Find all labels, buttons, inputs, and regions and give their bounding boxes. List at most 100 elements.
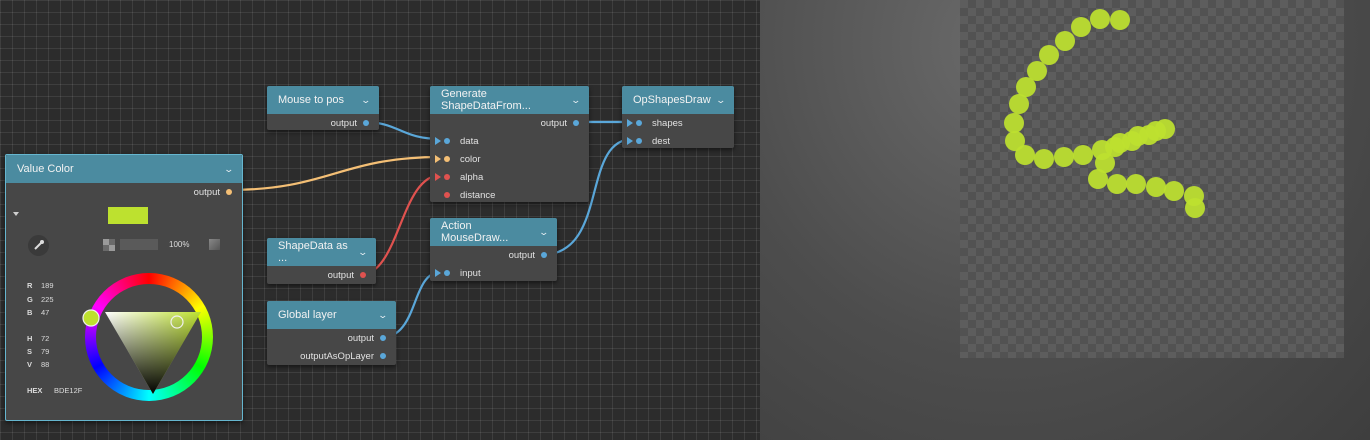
input-port-shapes: shapes [622,114,734,132]
port-label: input [460,267,481,279]
chevron-down-icon[interactable]: ⌄ [361,95,372,106]
port-label: outputAsOpLayer [300,350,374,362]
port-label: output [508,249,535,261]
paint-dot [1004,113,1024,133]
h-value[interactable]: 72 [41,334,49,343]
output-port-row: output [267,329,396,347]
eyedropper-button[interactable] [28,235,49,256]
node-header[interactable]: ShapeData as ... ⌄ [267,238,376,266]
paint-dot [1126,174,1146,194]
node-title: Action MouseDraw... [441,220,509,244]
paint-dot [1122,131,1142,151]
port-label: distance [460,189,496,201]
r-value[interactable]: 189 [41,281,54,290]
chevron-down-icon[interactable]: ⌄ [571,95,582,106]
output-port[interactable] [541,252,547,258]
paint-dot [1164,181,1184,201]
color-wheel[interactable] [82,265,216,409]
node-global-layer[interactable]: Global layer ⌄ output outputAsOpLayer [267,301,396,365]
g-value[interactable]: 225 [41,295,54,304]
node-header[interactable]: Action MouseDraw... ⌄ [430,218,557,246]
output-port-row: output [430,114,589,132]
arrow-icon [435,155,441,163]
port-label: alpha [460,171,484,183]
node-value-color[interactable]: Value Color ⌄ output 100% R 189 G 225 B 47 … [5,154,243,421]
node-editor[interactable]: Mouse to pos ⌄ output Generate ShapeData… [0,0,760,440]
output-port[interactable] [363,120,369,126]
paint-dot [1110,10,1130,30]
node-title: Generate ShapeDataFrom... [441,88,531,112]
paint-dot [1009,94,1029,114]
node-action-mousedraw[interactable]: Action MouseDraw... ⌄ output input [430,218,557,281]
output-port[interactable] [360,272,366,278]
arrow-icon [435,269,441,277]
node-generate-shapedata[interactable]: Generate ShapeDataFrom... ⌄ output data … [430,86,589,202]
input-port[interactable] [636,138,642,144]
node-header[interactable]: Global layer ⌄ [267,301,396,329]
paint-dot [1185,198,1205,218]
drawing-canvas[interactable] [960,0,1344,358]
chevron-down-icon[interactable]: ⌄ [224,164,235,175]
chevron-down-icon[interactable]: ⌄ [716,95,727,106]
arrow-icon [627,137,633,145]
input-port-input: input [430,264,557,282]
input-port[interactable] [444,174,450,180]
input-port-alpha: alpha [430,168,589,186]
node-header[interactable]: Value Color ⌄ [6,155,242,183]
input-port[interactable] [444,270,450,276]
hex-value[interactable]: BDE12F [54,386,82,395]
checker-icon[interactable] [103,239,115,251]
input-port[interactable] [444,138,450,144]
paint-dot [1146,177,1166,197]
paint-dot [1107,174,1127,194]
triangle-down-icon[interactable] [13,212,19,216]
node-opshapesdraw[interactable]: OpShapesDraw ⌄ shapes dest [622,86,734,148]
output-port[interactable] [380,335,386,341]
node-header[interactable]: Generate ShapeDataFrom... ⌄ [430,86,589,114]
port-label: output [327,269,354,281]
paint-dot [1034,149,1054,169]
input-port-data: data [430,132,589,150]
input-port-distance: distance [430,186,589,204]
chevron-down-icon[interactable]: ⌄ [539,227,550,238]
port-label: output [330,117,357,129]
output-port[interactable] [573,120,579,126]
v-value[interactable]: 88 [41,360,49,369]
opacity-value[interactable]: 100% [169,240,189,249]
input-port[interactable] [444,192,450,198]
port-label: dest [652,135,670,147]
output-port[interactable] [380,353,386,359]
port-label: output [193,186,220,198]
paint-dot [1088,169,1108,189]
node-title: Mouse to pos [278,94,345,106]
eyedropper-icon [34,240,44,250]
s-value[interactable]: 79 [41,347,49,356]
node-header[interactable]: Mouse to pos ⌄ [267,86,379,114]
output-port-row: output [267,114,379,132]
output-port-row: output [430,246,557,264]
paint-dot [1055,31,1075,51]
node-header[interactable]: OpShapesDraw ⌄ [622,86,734,114]
paint-dot [1090,9,1110,29]
wire-color-to-color [227,155,442,192]
paint-dot [1039,45,1059,65]
port-label: output [347,332,374,344]
output-port-row: output [267,266,376,284]
node-mouse-to-pos[interactable]: Mouse to pos ⌄ output [267,86,379,130]
arrow-icon [435,137,441,145]
color-swatch[interactable] [108,207,148,224]
input-port-dest: dest [622,132,734,150]
chevron-down-icon[interactable]: ⌄ [378,310,389,321]
hsv-v-row: V 88 [27,360,50,369]
chevron-down-icon[interactable]: ⌄ [358,247,369,258]
paint-dot [1054,147,1074,167]
paint-dot [1015,145,1035,165]
b-value[interactable]: 47 [41,308,49,317]
node-shapedata-as[interactable]: ShapeData as ... ⌄ output [267,238,376,284]
hex-row: HEX BDE12F [27,386,83,395]
input-port[interactable] [636,120,642,126]
output-port[interactable] [226,189,232,195]
opacity-slider[interactable] [120,239,158,250]
input-port[interactable] [444,156,450,162]
output-port-row: outputAsOpLayer [267,347,396,365]
